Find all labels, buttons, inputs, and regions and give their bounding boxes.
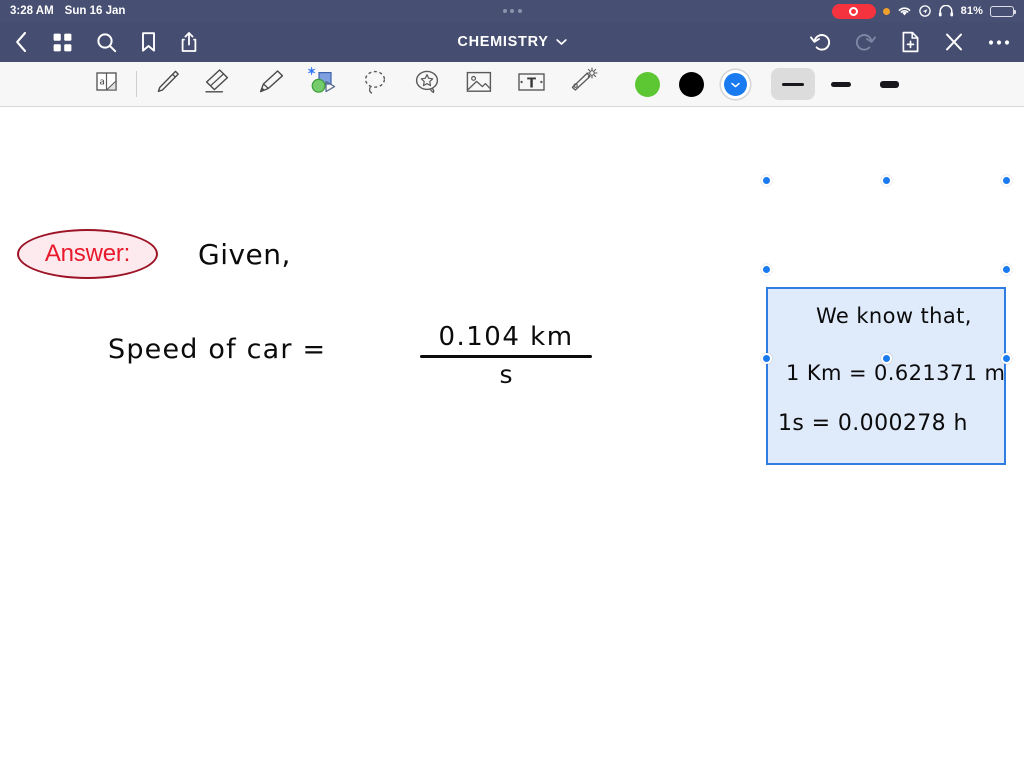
stroke-width-medium-button[interactable] bbox=[819, 68, 863, 100]
resize-handle-bottom-left[interactable] bbox=[760, 352, 772, 364]
selected-box-line-1: We know that, bbox=[816, 304, 972, 328]
close-button[interactable] bbox=[944, 32, 964, 52]
stroke-width-thick-button[interactable] bbox=[867, 68, 911, 100]
pen-icon bbox=[151, 66, 183, 103]
resize-handle-bottom-right[interactable] bbox=[1000, 352, 1012, 364]
toolbar-divider bbox=[136, 71, 137, 97]
fraction-denominator: s bbox=[499, 359, 513, 389]
fraction-bar bbox=[420, 355, 592, 358]
pen-tool-button[interactable] bbox=[141, 62, 193, 106]
magic-wand-icon bbox=[567, 66, 599, 102]
color-swatch-black bbox=[678, 71, 704, 97]
fraction-numerator: 0.104 km bbox=[438, 322, 574, 352]
lasso-tool-button[interactable] bbox=[349, 62, 401, 106]
stroke-width-thin-button[interactable] bbox=[771, 68, 815, 100]
image-icon bbox=[464, 69, 494, 100]
toolbar-draw-group: ✶ T bbox=[141, 62, 609, 106]
search-button[interactable] bbox=[96, 32, 117, 53]
color-swatch-blue-selected bbox=[723, 72, 747, 96]
nav-bar-right-group bbox=[809, 31, 1010, 53]
note-canvas[interactable]: Answer: Given, Speed of car = 0.104 km s… bbox=[0, 107, 1024, 768]
page-flip-icon: a bbox=[94, 69, 119, 99]
share-button[interactable] bbox=[180, 31, 198, 53]
resize-handle-top-center[interactable] bbox=[880, 174, 892, 186]
lasso-icon bbox=[360, 67, 390, 102]
handwriting-given[interactable]: Given, bbox=[198, 238, 291, 271]
selected-note-box[interactable]: We know that, 1 Km = 0.621371 mi 1s = 0.… bbox=[766, 287, 1006, 465]
app-root: 3:28 AM Sun 16 Jan 81% CHEMISTRY a ✶ T A… bbox=[0, 0, 1024, 768]
resize-handle-middle-right[interactable] bbox=[1000, 263, 1012, 275]
nav-bar-left-group bbox=[14, 31, 198, 53]
stroke-width-thin-bar bbox=[782, 82, 804, 86]
resize-handle-middle-left[interactable] bbox=[760, 263, 772, 275]
selected-box-line-2: 1 Km = 0.621371 mi bbox=[786, 361, 1006, 385]
drag-handle-dots-icon[interactable] bbox=[0, 9, 1024, 13]
text-box-tool-button[interactable]: T bbox=[505, 62, 557, 106]
eraser-icon bbox=[202, 67, 236, 102]
toolbar-color-group bbox=[625, 62, 757, 106]
answer-badge[interactable]: Answer: bbox=[17, 229, 158, 279]
add-page-button[interactable] bbox=[901, 31, 920, 53]
resize-handle-top-left[interactable] bbox=[760, 174, 772, 186]
text-box-icon: T bbox=[515, 69, 548, 100]
chevron-down-icon bbox=[730, 75, 740, 93]
stroke-width-thick-bar bbox=[879, 80, 899, 88]
undo-button[interactable] bbox=[809, 32, 831, 52]
svg-text:T: T bbox=[527, 76, 536, 91]
resize-handle-top-right[interactable] bbox=[1000, 174, 1012, 186]
stroke-width-medium-bar bbox=[831, 81, 851, 87]
resize-handle-bottom-center[interactable] bbox=[880, 352, 892, 364]
chevron-down-icon[interactable] bbox=[555, 33, 567, 51]
toolbar-stroke-width-group bbox=[769, 68, 913, 100]
handwriting-fraction[interactable]: 0.104 km s bbox=[420, 322, 592, 389]
image-tool-button[interactable] bbox=[453, 62, 505, 106]
handwriting-speed-label[interactable]: Speed of car = bbox=[108, 334, 326, 365]
highlighter-tool-button[interactable] bbox=[245, 62, 297, 106]
nav-bar: CHEMISTRY bbox=[0, 9, 1024, 62]
color-swatch-green-button[interactable] bbox=[625, 62, 669, 106]
more-options-button[interactable] bbox=[988, 39, 1010, 46]
sticker-tool-button[interactable] bbox=[401, 62, 453, 106]
back-button[interactable] bbox=[14, 31, 29, 53]
toolbar-page-group: a bbox=[80, 62, 141, 106]
magic-wand-tool-button[interactable] bbox=[557, 62, 609, 106]
svg-text:a: a bbox=[99, 78, 105, 88]
tool-toolbar: a ✶ T bbox=[0, 62, 1024, 107]
sticker-star-icon bbox=[412, 67, 443, 101]
selected-box-line-3: 1s = 0.000278 h bbox=[778, 411, 968, 436]
highlighter-icon bbox=[255, 67, 287, 102]
page-flip-tool-button[interactable]: a bbox=[80, 62, 132, 106]
bluetooth-badge-icon: ✶ bbox=[307, 66, 317, 78]
page-title: CHEMISTRY bbox=[457, 34, 549, 50]
eraser-tool-button[interactable] bbox=[193, 62, 245, 106]
redo-button[interactable] bbox=[855, 32, 877, 52]
color-swatch-black-button[interactable] bbox=[669, 62, 713, 106]
color-swatch-blue-button[interactable] bbox=[713, 62, 757, 106]
bookmark-button[interactable] bbox=[140, 31, 157, 53]
color-swatch-green bbox=[634, 71, 660, 97]
answer-badge-label: Answer: bbox=[44, 240, 131, 267]
shapes-tool-button[interactable]: ✶ bbox=[297, 62, 349, 106]
pages-grid-button[interactable] bbox=[52, 32, 73, 53]
